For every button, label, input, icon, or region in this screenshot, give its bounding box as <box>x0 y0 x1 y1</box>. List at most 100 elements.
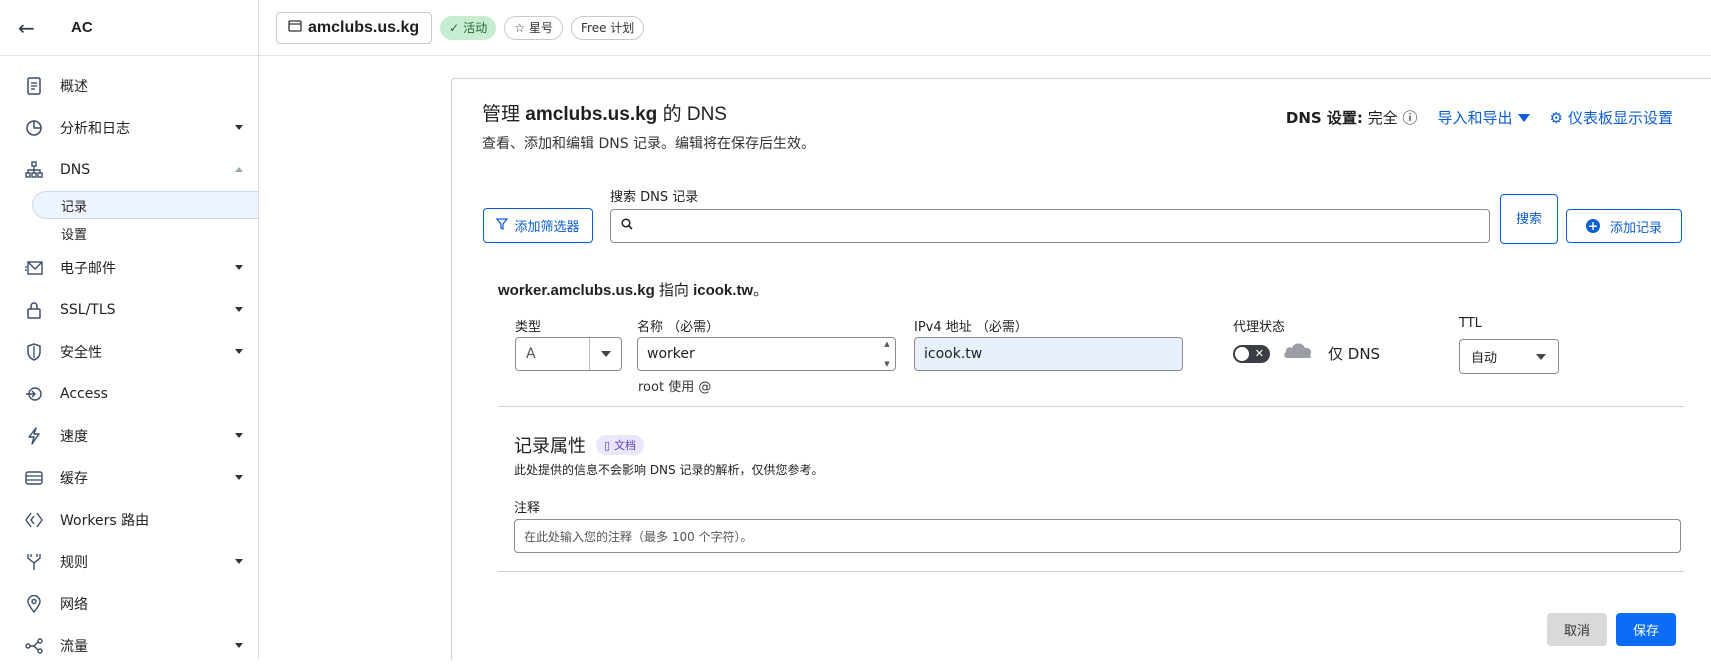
cancel-button[interactable]: 取消 <box>1547 613 1607 646</box>
chevron-down-icon <box>235 307 243 312</box>
sidebar-item-label: 安全性 <box>60 342 102 362</box>
import-export-label: 导入和导出 <box>1438 107 1513 128</box>
sidebar-item-overview[interactable]: 概述 <box>0 65 258 107</box>
dns-records-card: 管理 amclubs.us.kg 的 DNS 查看、添加和编辑 DNS 记录。编… <box>451 78 1711 660</box>
rules-icon <box>24 552 44 572</box>
ipv4-input-value: icook.tw <box>924 346 982 362</box>
comment-input[interactable]: 在此处输入您的注释（最多 100 个字符）。 <box>514 519 1681 553</box>
plus-circle-icon: + <box>1586 219 1600 233</box>
gear-icon: ⚙ <box>1550 109 1563 127</box>
sidebar-item-label: 电子邮件 <box>60 258 116 278</box>
zone-domain[interactable]: amclubs.us.kg <box>276 12 432 44</box>
add-filter-button[interactable]: 添加筛选器 <box>483 208 593 243</box>
sidebar-item-workers-routes[interactable]: Workers 路由 <box>0 499 258 541</box>
name-input-value: worker <box>647 346 695 362</box>
name-label: 名称 （必需） <box>637 316 719 335</box>
chevron-down-icon <box>235 559 243 564</box>
zone-header: amclubs.us.kg ✓ 活动 ☆ 星号 Free 计划 <box>259 0 1711 56</box>
save-button[interactable]: 保存 <box>1616 613 1676 646</box>
record-summary-end: 。 <box>753 282 768 299</box>
search-input[interactable] <box>610 209 1490 243</box>
ipv4-label: IPv4 地址 （必需） <box>914 316 1028 335</box>
star-icon: ☆ <box>514 21 525 35</box>
sidebar-item-email[interactable]: 电子邮件 <box>0 247 258 289</box>
sidebar-subitem-settings[interactable]: 设置 <box>0 219 258 247</box>
sidebar-item-caching[interactable]: 缓存 <box>0 457 258 499</box>
star-button[interactable]: ☆ 星号 <box>504 16 563 40</box>
add-filter-label: 添加筛选器 <box>514 216 579 235</box>
dns-setting: DNS 设置: 完全 ⓘ <box>1286 107 1418 128</box>
check-icon: ✓ <box>449 21 459 35</box>
info-icon[interactable]: ⓘ <box>1403 109 1418 127</box>
sidebar-item-ssl-tls[interactable]: SSL/TLS <box>0 289 258 331</box>
chevron-down-icon <box>235 433 243 438</box>
chevron-down-icon <box>235 643 243 648</box>
traffic-icon <box>24 636 44 656</box>
sidebar-item-label: 缓存 <box>60 468 88 488</box>
sidebar-subitem-records[interactable]: 记录 <box>32 191 258 219</box>
account-name: AC <box>71 19 93 36</box>
bolt-icon <box>24 426 44 446</box>
star-button-label: 星号 <box>529 19 553 36</box>
proxy-toggle[interactable]: ✕ <box>1233 345 1270 363</box>
cloud-icon <box>1282 340 1314 364</box>
ttl-label: TTL <box>1459 316 1482 331</box>
search-icon <box>621 218 633 234</box>
dns-setting-label: DNS 设置: <box>1286 109 1363 127</box>
type-select-value: A <box>526 346 536 362</box>
type-select-arrow[interactable] <box>589 338 621 370</box>
sidebar-item-dns[interactable]: DNS <box>0 149 258 191</box>
card-actions: DNS 设置: 完全 ⓘ 导入和导出 ⚙ 仪表板显示设置 <box>1286 107 1673 128</box>
ipv4-input[interactable]: icook.tw <box>914 337 1183 371</box>
import-export-dropdown[interactable]: 导入和导出 <box>1438 107 1530 128</box>
zone-domain-label: amclubs.us.kg <box>308 19 419 37</box>
document-icon <box>24 76 44 96</box>
add-record-button[interactable]: + 添加记录 <box>1566 209 1682 243</box>
sidebar-item-access[interactable]: Access <box>0 373 258 415</box>
sidebar-item-label: 规则 <box>60 552 88 572</box>
workers-icon <box>24 510 44 530</box>
location-pin-icon <box>24 594 44 614</box>
chevron-down-icon <box>235 125 243 130</box>
type-label: 类型 <box>515 316 541 335</box>
sidebar-item-label: 概述 <box>60 76 88 96</box>
ttl-select[interactable]: 自动 <box>1459 339 1559 374</box>
caret-down-icon <box>1536 354 1546 360</box>
docs-badge[interactable]: ▯ 文档 <box>596 435 644 455</box>
sidebar-header: ← AC <box>0 0 258 56</box>
sidebar-item-traffic[interactable]: 流量 <box>0 625 258 667</box>
toggle-knob <box>1235 347 1249 361</box>
ttl-select-value: 自动 <box>1471 347 1497 366</box>
proxy-status-label: 代理状态 <box>1233 316 1285 335</box>
status-badge-label: 活动 <box>463 19 487 36</box>
sidebar-item-label: 分析和日志 <box>60 118 130 138</box>
mail-icon <box>24 258 44 278</box>
record-attributes-desc: 此处提供的信息不会影响 DNS 记录的解析，仅供您参考。 <box>514 461 823 478</box>
dns-setting-value: 完全 <box>1368 109 1398 127</box>
search-button[interactable]: 搜索 <box>1500 194 1558 244</box>
sidebar-item-security[interactable]: 安全性 <box>0 331 258 373</box>
name-input[interactable]: worker ▲▼ <box>637 337 896 371</box>
shield-icon <box>24 342 44 362</box>
type-select[interactable]: A <box>515 337 622 371</box>
access-icon <box>24 384 44 404</box>
network-icon <box>24 160 44 180</box>
sidebar-item-speed[interactable]: 速度 <box>0 415 258 457</box>
page-title-prefix: 管理 <box>482 104 520 125</box>
plan-badge[interactable]: Free 计划 <box>571 16 644 40</box>
record-attributes-title: 记录属性 ▯ 文档 <box>514 432 644 458</box>
spinner-icon[interactable]: ▲▼ <box>881 340 893 368</box>
record-summary-target: icook.tw <box>693 282 753 299</box>
sidebar-nav: 概述 分析和日志 DNS 记录 设置 电子邮件 SSL/TLS 安全性 <box>0 56 258 667</box>
sidebar-item-network[interactable]: 网络 <box>0 583 258 625</box>
proxy-status-value: 仅 DNS <box>1328 343 1380 364</box>
sidebar-item-analytics[interactable]: 分析和日志 <box>0 107 258 149</box>
caret-down-icon <box>1518 114 1530 122</box>
dashboard-settings-link[interactable]: ⚙ 仪表板显示设置 <box>1550 107 1673 128</box>
back-arrow-icon[interactable]: ← <box>18 16 46 40</box>
sidebar-item-rules[interactable]: 规则 <box>0 541 258 583</box>
page-subtitle: 查看、添加和编辑 DNS 记录。编辑将在保存后生效。 <box>482 133 815 153</box>
name-hint: root 使用 @ <box>638 376 711 395</box>
page-title-suffix: 的 DNS <box>663 104 727 125</box>
sidebar-item-label: Workers 路由 <box>60 510 149 530</box>
